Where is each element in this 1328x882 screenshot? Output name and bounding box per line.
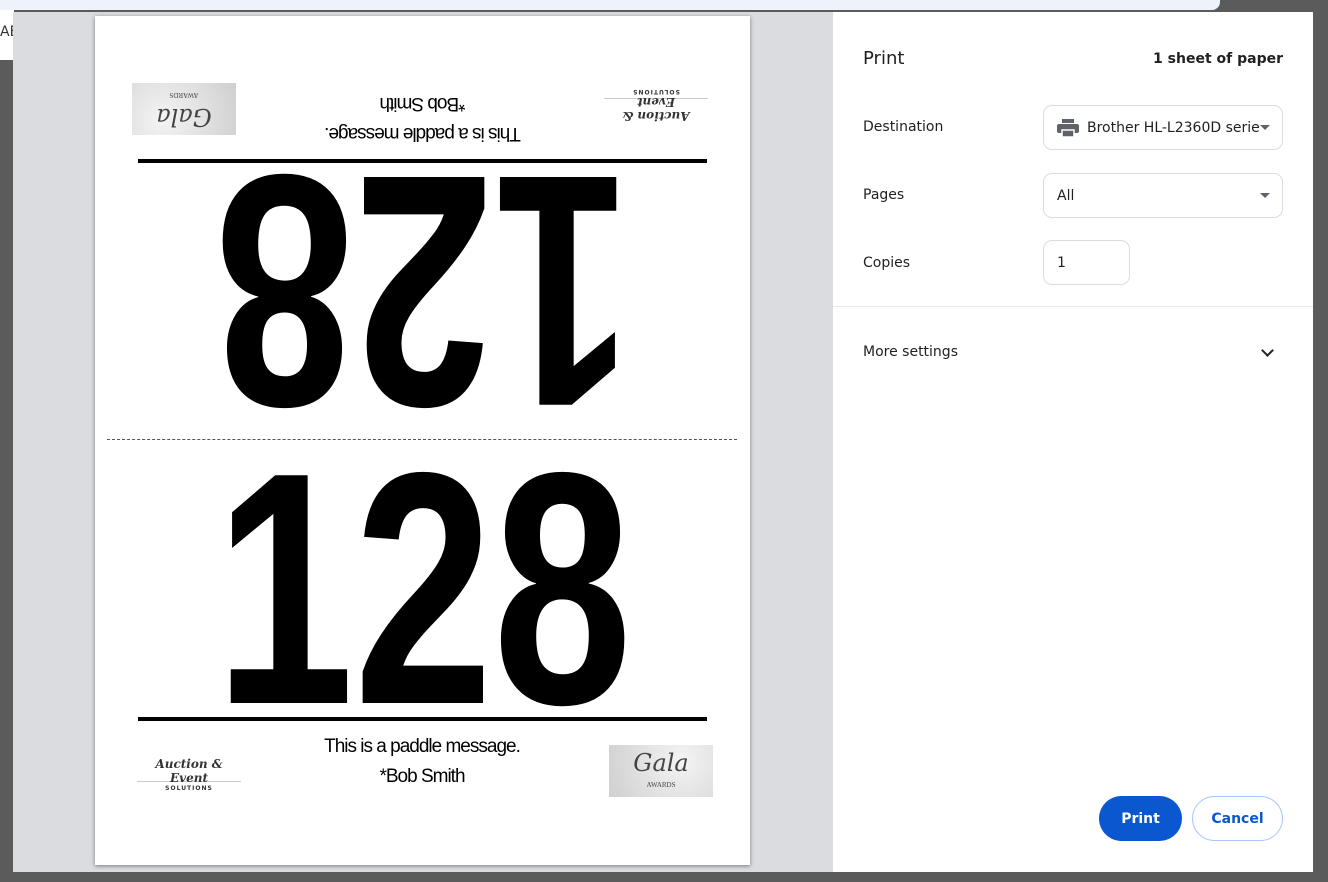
copies-label: Copies — [863, 255, 911, 271]
print-button[interactable]: Print — [1099, 796, 1182, 841]
destination-value: Brother HL-L2360D serie — [1087, 119, 1260, 136]
background-page-text: AE — [0, 10, 14, 60]
gala-awards-logo: Gala AWARDS — [609, 745, 713, 797]
pages-select[interactable]: All — [1043, 173, 1283, 218]
browser-top-strip — [0, 0, 1220, 10]
paddle-bottom-half: 128 This is a paddle message. *Bob Smith… — [95, 440, 750, 864]
paddle-top-half-inverted: 128 This is a paddle message. *Bob Smith… — [95, 16, 750, 440]
paddle-signature: *Bob Smith — [380, 93, 466, 114]
paddle-number-text: 128 — [215, 440, 632, 720]
print-settings-panel: Print 1 sheet of paper Destination Broth… — [833, 12, 1313, 872]
divider-rule — [138, 717, 707, 721]
paddle-signature: *Bob Smith — [379, 766, 465, 787]
pages-label: Pages — [863, 187, 905, 203]
destination-select[interactable]: Brother HL-L2360D serie — [1043, 105, 1283, 150]
dropdown-caret-icon — [1260, 193, 1270, 198]
chevron-down-icon[interactable] — [1261, 344, 1274, 357]
print-preview-area: 128 This is a paddle message. *Bob Smith… — [13, 12, 833, 872]
cancel-button[interactable]: Cancel — [1192, 796, 1283, 841]
printer-icon — [1057, 118, 1079, 137]
destination-label: Destination — [863, 119, 944, 135]
divider-rule — [138, 159, 707, 163]
dropdown-caret-icon — [1260, 125, 1270, 130]
dialog-title: Print — [863, 48, 905, 69]
gala-awards-logo: Gala AWARDS — [132, 83, 236, 135]
paddle-message: This is a paddle message. — [325, 123, 521, 144]
paddle-number-text: 128 — [215, 160, 632, 440]
section-divider — [833, 306, 1313, 307]
auction-event-logo: Auction & Event SOLUTIONS — [137, 757, 241, 792]
preview-page: 128 This is a paddle message. *Bob Smith… — [95, 16, 750, 865]
auction-event-logo: Auction & Event SOLUTIONS — [604, 88, 708, 123]
copies-input[interactable]: 1 — [1043, 240, 1130, 285]
more-settings-toggle[interactable]: More settings — [863, 344, 958, 360]
paddle-message: This is a paddle message. — [324, 736, 521, 757]
paddle-number: 128 — [215, 440, 632, 720]
sheet-count: 1 sheet of paper — [1153, 51, 1283, 67]
paddle-number: 128 — [215, 160, 632, 440]
pages-value: All — [1057, 187, 1075, 204]
